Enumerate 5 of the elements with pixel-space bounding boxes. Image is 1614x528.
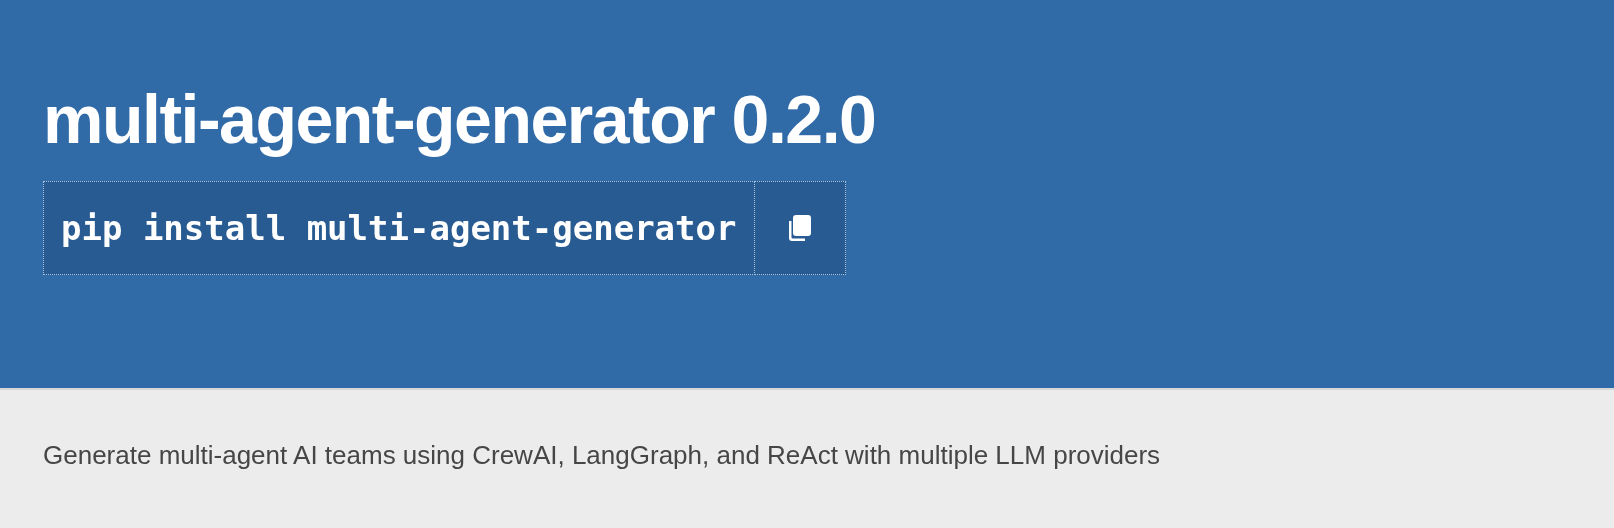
install-command: pip install multi-agent-generator <box>43 180 755 275</box>
copy-icon <box>786 212 813 243</box>
copy-button[interactable] <box>754 180 846 275</box>
package-title: multi-agent-generator 0.2.0 <box>43 82 877 157</box>
package-description: Generate multi-agent AI teams using CrewAI, LangGraph, and ReAct with multiple LLM providers <box>43 440 1162 471</box>
